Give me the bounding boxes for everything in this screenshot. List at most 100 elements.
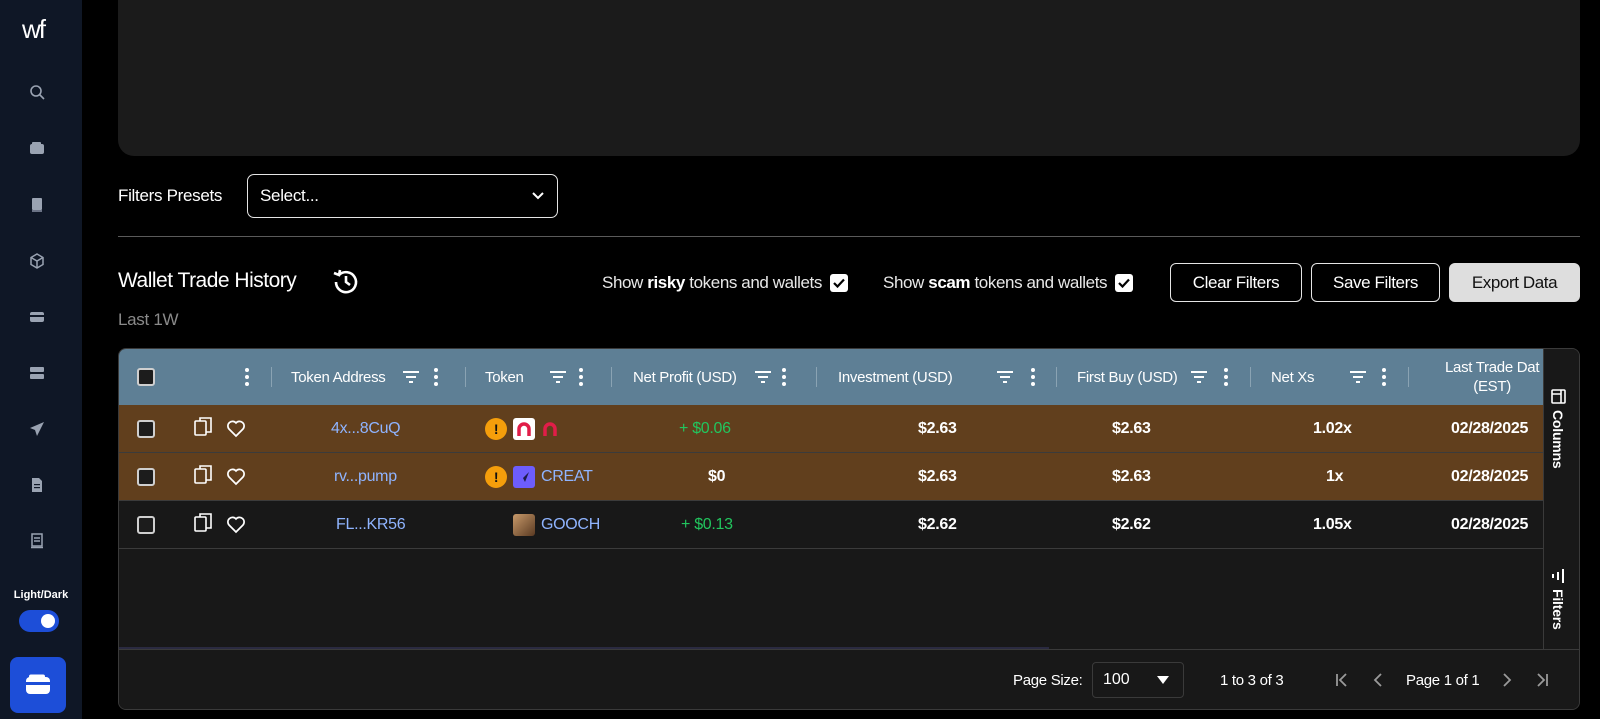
caret-down-icon [1157, 676, 1169, 684]
row-select-cell [137, 501, 155, 549]
scam-checkbox[interactable] [1115, 274, 1134, 292]
scam-bold: scam [928, 273, 971, 292]
select-all-checkbox[interactable] [137, 368, 155, 386]
filters-presets-label: Filters Presets [118, 186, 223, 205]
token-name[interactable]: GOOCH [541, 516, 600, 534]
token-cell: GOOCH [513, 501, 600, 549]
column-separator [271, 367, 272, 387]
book-icon[interactable] [28, 196, 46, 214]
save-filters-button[interactable]: Save Filters [1311, 263, 1440, 302]
search-icon[interactable] [28, 83, 46, 101]
filter-icon[interactable] [997, 370, 1013, 384]
card-icon[interactable] [28, 308, 46, 326]
header-net-xs[interactable]: Net Xs [1271, 349, 1315, 405]
filter-icon[interactable] [550, 370, 566, 384]
last-trade-value: 02/28/2025 [1451, 516, 1529, 533]
wallet-icon[interactable] [28, 139, 46, 157]
history-icon[interactable] [331, 267, 361, 297]
chart-panel [118, 0, 1580, 156]
export-data-button[interactable]: Export Data [1449, 263, 1580, 302]
column-menu-icon[interactable] [579, 368, 583, 386]
cube-icon[interactable] [28, 252, 46, 270]
theme-toggle[interactable] [19, 610, 59, 632]
filter-icon[interactable] [755, 370, 771, 384]
header-net-profit[interactable]: Net Profit (USD) [633, 349, 737, 405]
column-menu-icon[interactable] [1031, 368, 1035, 386]
column-separator [465, 367, 466, 387]
token-name[interactable]: CREAT [541, 468, 593, 486]
app-logo[interactable]: wf [22, 14, 62, 44]
warning-icon[interactable]: ! [485, 418, 507, 440]
table-row[interactable]: rv...pump ! CREAT $0 $2.63 $2.63 1x 02/2… [119, 453, 1543, 501]
clear-filters-button[interactable]: Clear Filters [1170, 263, 1302, 302]
filters-presets-select[interactable]: Select... [247, 174, 558, 218]
risky-checkbox[interactable] [829, 274, 848, 292]
column-menu-icon[interactable] [1382, 368, 1386, 386]
header-token[interactable]: Token [485, 349, 524, 405]
filter-lines-icon [1552, 569, 1564, 583]
header-last-trade-line1: Last Trade Dat [1445, 359, 1540, 376]
copy-icon[interactable] [194, 501, 212, 549]
next-page-icon[interactable] [1501, 650, 1513, 710]
token-address-link[interactable]: FL...KR56 [336, 501, 406, 549]
risky-bold: risky [647, 273, 685, 292]
filter-icon[interactable] [1191, 370, 1207, 384]
table-row[interactable]: 4x...8CuQ ! + $0.06 $2.63 $2.63 1.02x 02… [119, 405, 1543, 453]
wallet-button[interactable] [10, 657, 66, 713]
send-icon[interactable] [28, 420, 46, 438]
header-first-buy[interactable]: First Buy (USD) [1077, 349, 1178, 405]
token-logo [513, 466, 535, 488]
show-risky-option[interactable]: Show risky tokens and wallets [602, 273, 848, 293]
row-checkbox[interactable] [137, 468, 155, 486]
page-indicator: Page 1 of 1 [1406, 671, 1480, 689]
receipt-icon[interactable] [28, 532, 46, 550]
token-address-link[interactable]: 4x...8CuQ [331, 405, 401, 453]
row-checkbox[interactable] [137, 420, 155, 438]
filters-tab[interactable]: Filters [1550, 569, 1566, 630]
row-range: 1 to 3 of 3 [1220, 671, 1284, 689]
column-menu-icon[interactable] [434, 368, 438, 386]
investment-value: $2.63 [918, 468, 957, 485]
risky-prefix: Show [602, 273, 643, 292]
page-size-select[interactable]: 100 [1092, 662, 1184, 698]
copy-icon[interactable] [194, 453, 212, 501]
heart-icon[interactable] [226, 405, 246, 453]
copy-icon[interactable] [194, 405, 212, 453]
table-row[interactable]: FL...KR56 GOOCH + $0.13 $2.62 $2.62 1.05… [119, 501, 1543, 549]
theme-label: Light/Dark [13, 589, 69, 601]
columns-tab[interactable]: Columns [1550, 389, 1566, 469]
header-investment[interactable]: Investment (USD) [838, 349, 953, 405]
first-buy-value: $2.62 [1112, 516, 1151, 533]
heart-icon[interactable] [226, 453, 246, 501]
column-menu-icon[interactable] [782, 368, 786, 386]
server-icon[interactable] [28, 364, 46, 382]
token-address-link[interactable]: rv...pump [334, 453, 397, 501]
scam-suffix: tokens and wallets [974, 273, 1108, 292]
token-logo [513, 418, 535, 440]
heart-icon[interactable] [226, 501, 246, 549]
column-menu-icon[interactable] [1224, 368, 1228, 386]
divider [118, 236, 1580, 237]
page-size-value: 100 [1103, 671, 1130, 688]
last-page-icon[interactable] [1535, 650, 1549, 710]
filter-icon[interactable] [1350, 370, 1366, 384]
show-scam-option[interactable]: Show scam tokens and wallets [883, 273, 1134, 293]
first-page-icon[interactable] [1335, 650, 1349, 710]
header-token-address[interactable]: Token Address [291, 349, 386, 405]
document-icon[interactable] [28, 476, 46, 494]
time-range-label: Last 1W [118, 310, 179, 329]
columns-tab-label: Columns [1550, 410, 1566, 469]
header-last-trade-date[interactable]: Last Trade Dat (EST) [1445, 349, 1539, 405]
column-separator [1056, 367, 1057, 387]
first-buy-value: $2.63 [1112, 468, 1151, 485]
column-separator [1408, 367, 1409, 387]
net-profit-value: $0 [708, 468, 726, 485]
column-separator [816, 367, 817, 387]
pagination-bar: Page Size: 100 1 to 3 of 3 Page 1 of 1 [119, 649, 1579, 709]
warning-icon[interactable]: ! [485, 466, 507, 488]
previous-page-icon[interactable] [1372, 650, 1384, 710]
row-checkbox[interactable] [137, 516, 155, 534]
filter-icon[interactable] [403, 370, 419, 384]
risky-suffix: tokens and wallets [689, 273, 822, 292]
column-menu-icon[interactable] [245, 368, 249, 386]
